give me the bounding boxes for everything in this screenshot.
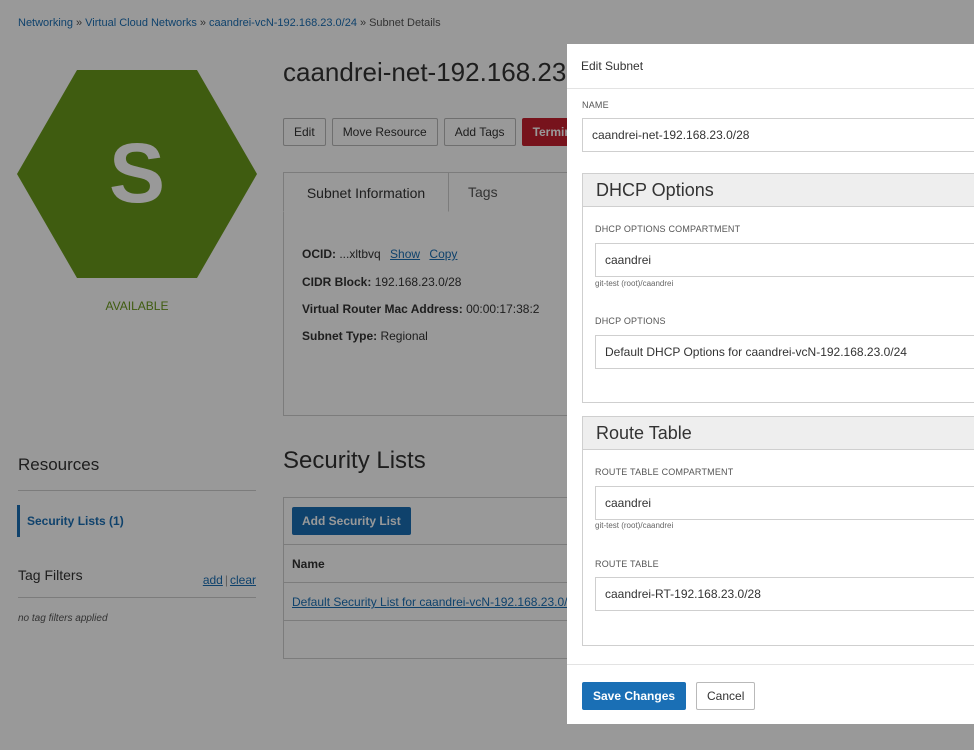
dhcp-options-header: DHCP Options — [583, 174, 974, 207]
dhcp-compartment-select[interactable]: caandrei — [595, 243, 974, 277]
route-compartment-select[interactable]: caandrei — [595, 486, 974, 520]
route-compartment-hint: git-test (root)/caandrei — [595, 521, 674, 530]
divider — [567, 88, 974, 89]
cancel-button[interactable]: Cancel — [696, 682, 756, 710]
divider — [567, 664, 974, 665]
save-changes-button[interactable]: Save Changes — [582, 682, 687, 710]
route-table-header: Route Table — [583, 417, 974, 450]
dhcp-options-select[interactable]: Default DHCP Options for caandrei-vcN-19… — [595, 335, 974, 369]
name-input[interactable]: caandrei-net-192.168.23.0/28 — [582, 118, 974, 152]
name-label: NAME — [582, 100, 609, 110]
dhcp-options-label: DHCP OPTIONS — [595, 316, 666, 326]
route-table-select[interactable]: caandrei-RT-192.168.23.0/28 — [595, 577, 974, 611]
panel-title: Edit Subnet — [581, 59, 644, 73]
dhcp-compartment-label: DHCP OPTIONS COMPARTMENT — [595, 224, 741, 234]
edit-subnet-panel: Edit Subnet NAME caandrei-net-192.168.23… — [567, 44, 974, 724]
dhcp-compartment-hint: git-test (root)/caandrei — [595, 279, 674, 288]
route-table-label: ROUTE TABLE — [595, 559, 659, 569]
route-compartment-label: ROUTE TABLE COMPARTMENT — [595, 467, 734, 477]
route-table-section: Route Table — [582, 416, 974, 646]
